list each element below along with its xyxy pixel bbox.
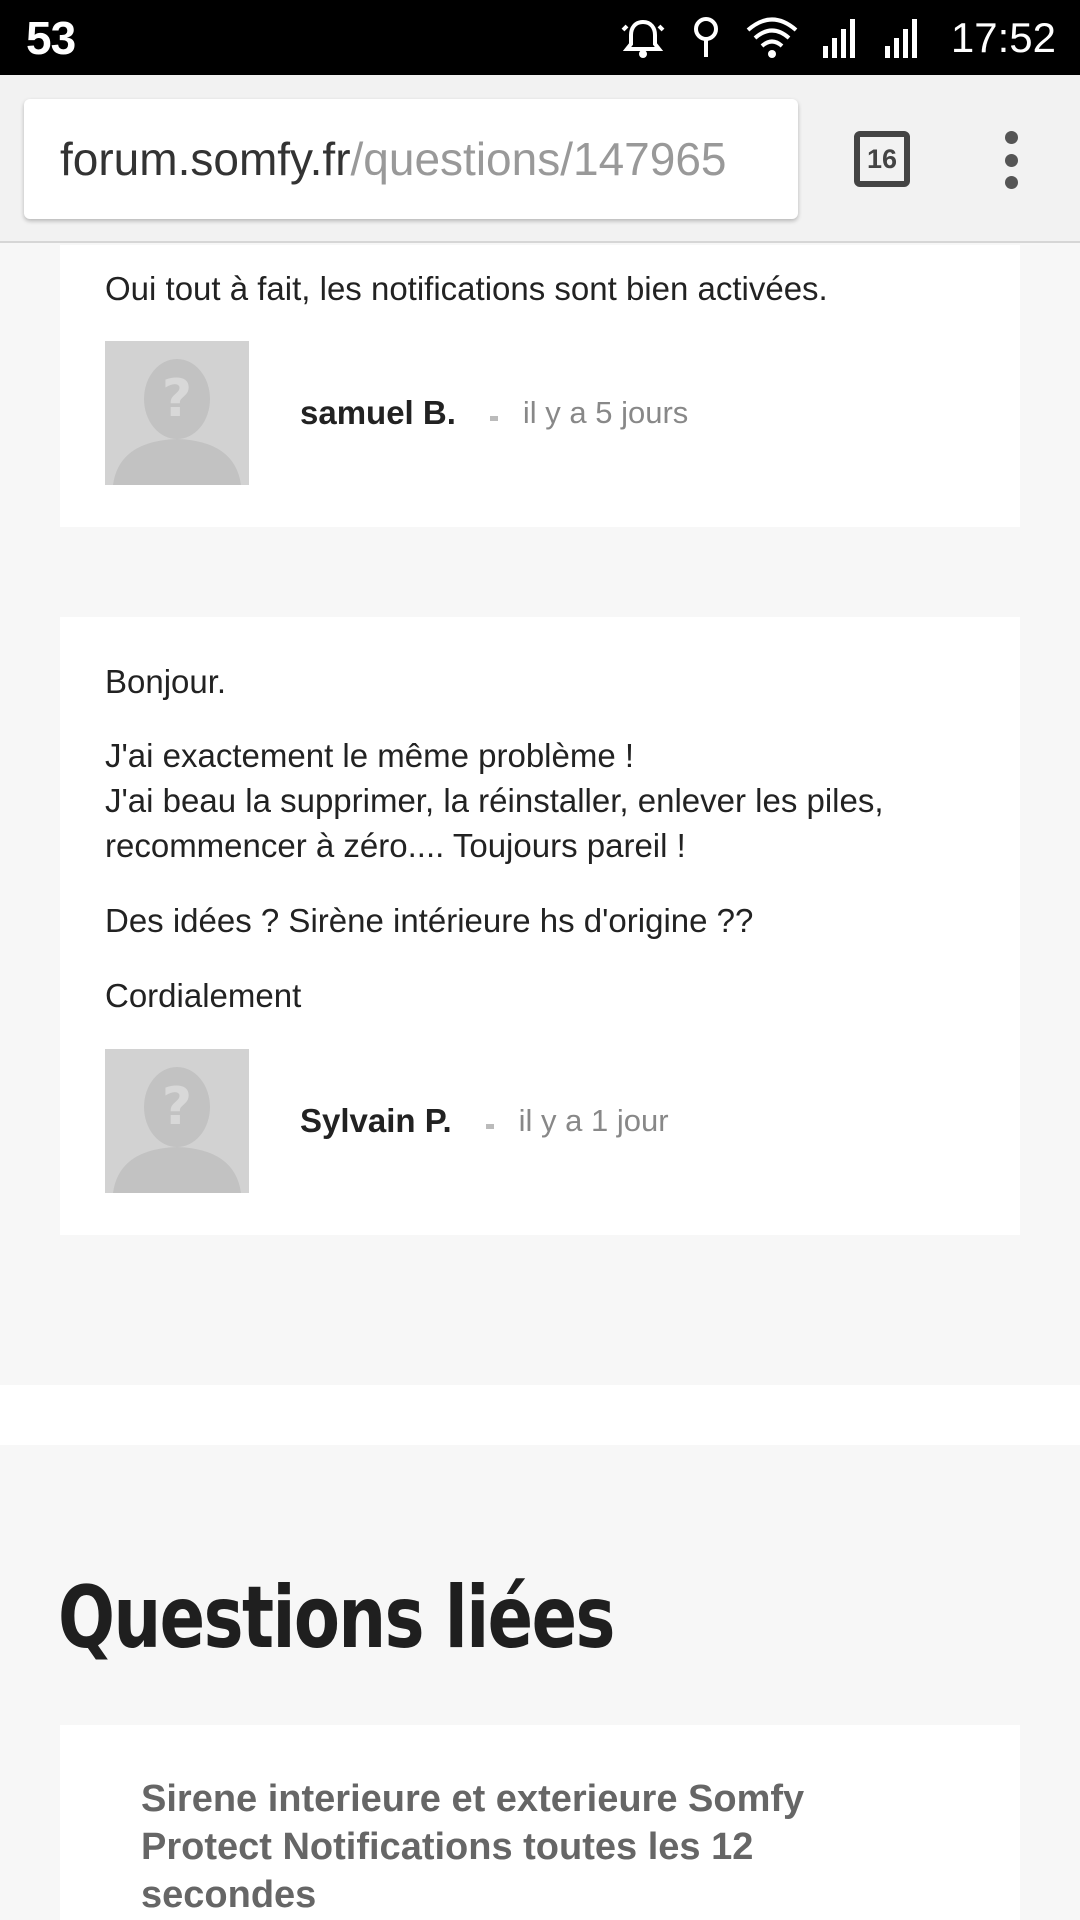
answer-text: Oui tout à fait, les notifications sont … bbox=[105, 270, 828, 307]
alarm-icon bbox=[619, 16, 667, 60]
answer-text: J'ai exactement le même problème ! bbox=[105, 737, 635, 774]
more-vert-icon[interactable] bbox=[994, 125, 1028, 195]
browser-toolbar: forum.somfy.fr/questions/147965 16 bbox=[0, 75, 1080, 243]
author-name[interactable]: Sylvain P. bbox=[300, 1102, 452, 1140]
url-host: forum.somfy.fr bbox=[60, 133, 351, 185]
status-bar: 53 17:52 bbox=[0, 0, 1080, 75]
url-path: /questions/147965 bbox=[350, 133, 727, 185]
svg-text:?: ? bbox=[162, 369, 192, 429]
author-row: ? samuel B. il y a 5 jours bbox=[105, 341, 688, 485]
answer-text: Cordialement bbox=[105, 977, 302, 1014]
answer-text: Bonjour. bbox=[105, 663, 227, 700]
default-avatar-icon: ? bbox=[105, 341, 249, 485]
avatar[interactable]: ? bbox=[105, 341, 249, 485]
post-date: il y a 1 jour bbox=[518, 1103, 669, 1138]
default-avatar-icon: ? bbox=[105, 1049, 249, 1193]
answer-text: J'ai beau la supprimer, la réinstaller, … bbox=[105, 782, 884, 819]
answer-text: recommencer à zéro.... Toujours pareil ! bbox=[105, 827, 686, 864]
related-question-link[interactable]: Sirene interieure et exterieure Somfy Pr… bbox=[141, 1775, 901, 1919]
related-questions-heading: Questions liées bbox=[58, 1568, 615, 1668]
signal-icon bbox=[821, 16, 861, 60]
wifi-icon bbox=[745, 17, 799, 59]
avatar[interactable]: ? bbox=[105, 1049, 249, 1193]
url-bar[interactable]: forum.somfy.fr/questions/147965 bbox=[24, 99, 798, 219]
post-date: il y a 5 jours bbox=[522, 395, 689, 430]
svg-text:?: ? bbox=[162, 1077, 192, 1137]
answer-card: Bonjour. J'ai exactement le même problèm… bbox=[60, 617, 1020, 1235]
answer-text: Des idées ? Sirène intérieure hs d'origi… bbox=[105, 902, 754, 939]
separator-dot bbox=[489, 415, 498, 421]
tab-switcher-button[interactable]: 16 bbox=[854, 131, 910, 187]
section-divider bbox=[0, 1385, 1080, 1445]
location-icon bbox=[689, 15, 723, 61]
signal-icon bbox=[883, 16, 923, 60]
author-row: ? Sylvain P. il y a 1 jour bbox=[105, 1049, 669, 1193]
status-icons: 17:52 bbox=[619, 14, 1056, 62]
author-name[interactable]: samuel B. bbox=[300, 394, 456, 432]
answer-card: Oui tout à fait, les notifications sont … bbox=[60, 245, 1020, 527]
related-question-card[interactable]: Sirene interieure et exterieure Somfy Pr… bbox=[60, 1725, 1020, 1920]
notification-count: 53 bbox=[26, 11, 76, 64]
clock: 17:52 bbox=[950, 13, 1056, 61]
separator-dot bbox=[485, 1123, 494, 1129]
